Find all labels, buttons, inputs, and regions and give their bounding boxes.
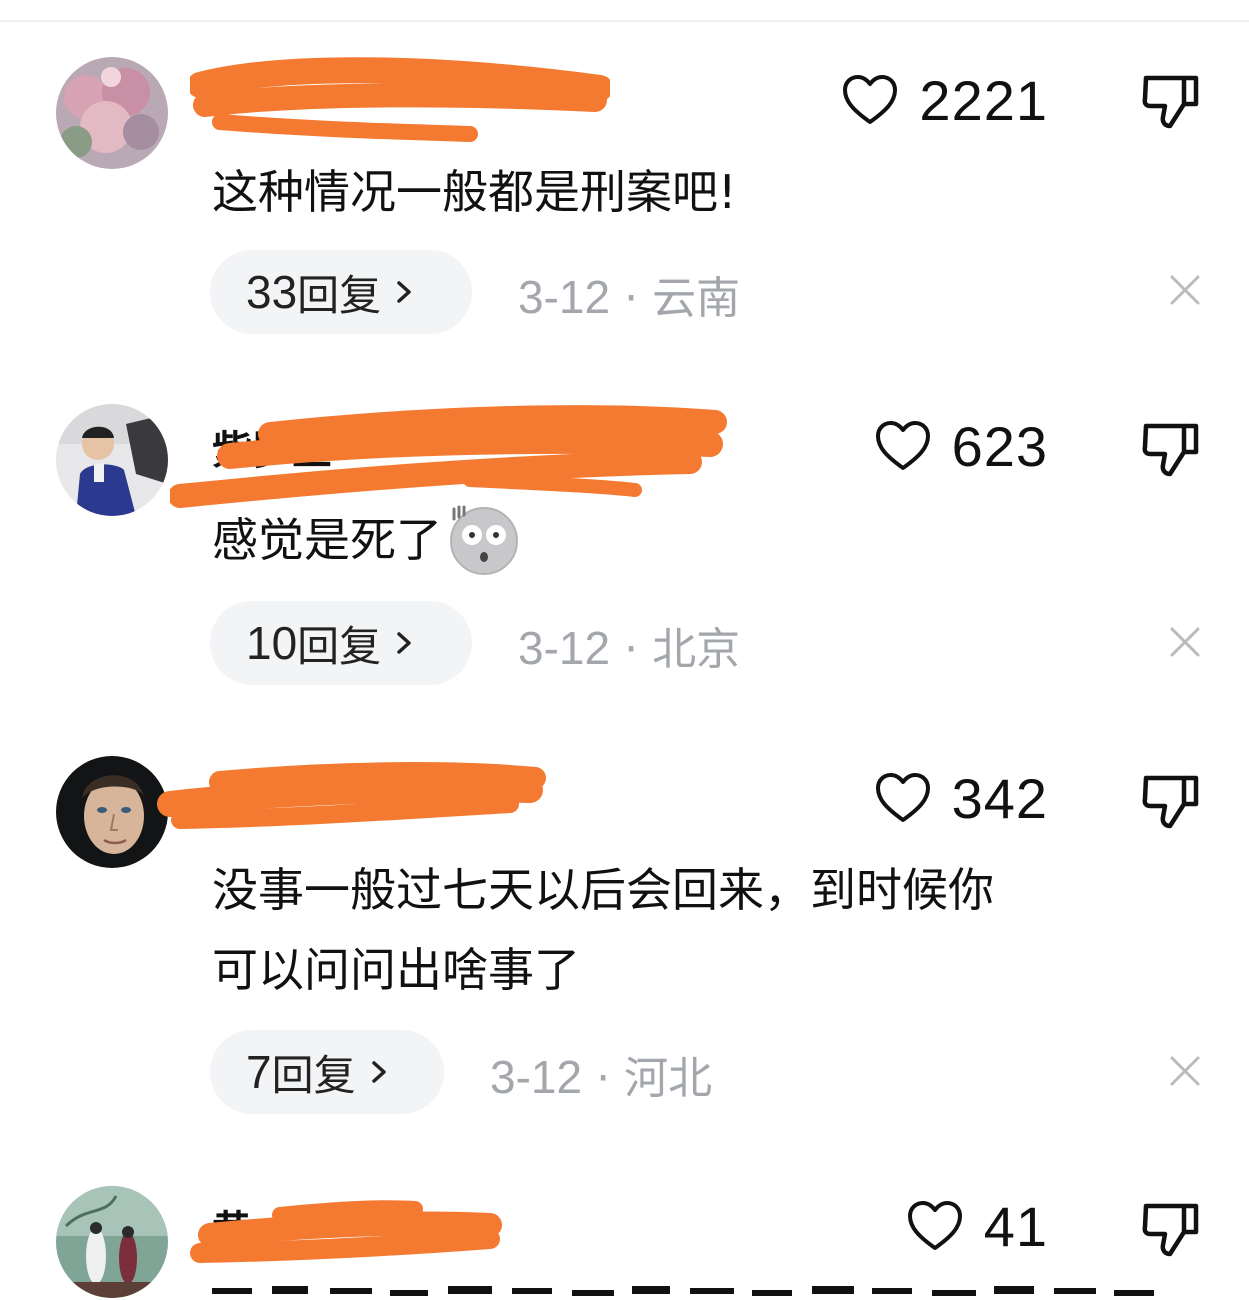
username[interactable]	[212, 70, 592, 130]
comment-text: 感觉是死了	[212, 500, 1192, 580]
shocked-face-emoji	[450, 505, 518, 575]
reply-label: 回复	[297, 621, 382, 671]
avatar[interactable]	[56, 1186, 168, 1298]
comment-location: 河北	[624, 1053, 713, 1104]
like-button[interactable]: 623	[860, 414, 1048, 478]
heart-icon	[875, 421, 930, 470]
comment-location: 北京	[652, 624, 741, 675]
comment-location: 云南	[652, 273, 741, 324]
comment-date: 3-12	[518, 622, 611, 674]
top-divider	[0, 20, 1249, 22]
comment-meta: 3-12 · 云南	[518, 262, 740, 326]
dislike-icon[interactable]	[1140, 770, 1202, 832]
like-button[interactable]: 342	[860, 766, 1048, 830]
reply-button[interactable]: 10 回复	[210, 601, 472, 685]
heart-icon	[907, 1201, 962, 1250]
chevron-right-icon	[371, 1061, 386, 1083]
comment-meta: 3-12 · 河北	[490, 1042, 712, 1106]
close-icon[interactable]	[1168, 625, 1202, 659]
like-button[interactable]: 41	[900, 1194, 1048, 1258]
dislike-icon[interactable]	[1140, 1198, 1202, 1260]
heart-icon	[875, 773, 930, 822]
like-count: 41	[983, 1194, 1048, 1258]
reply-button[interactable]: 7 回复	[210, 1030, 444, 1114]
dislike-icon[interactable]	[1140, 418, 1202, 480]
like-count: 623	[951, 414, 1048, 478]
comment-text-content: 感觉是死了	[212, 513, 442, 567]
close-icon[interactable]	[1168, 1054, 1202, 1088]
chevron-right-icon	[397, 632, 411, 654]
avatar[interactable]	[56, 756, 168, 868]
reply-count: 7	[246, 1046, 272, 1098]
like-count: 342	[951, 766, 1048, 830]
heart-icon	[843, 75, 898, 124]
reply-label: 回复	[271, 1050, 356, 1100]
dislike-icon[interactable]	[1140, 70, 1202, 132]
reply-count: 10	[246, 617, 298, 669]
comment-text-line: 没事一般过七天以后会回来，到时候你	[212, 863, 994, 917]
reply-count: 33	[246, 266, 298, 318]
reply-label: 回复	[297, 270, 382, 320]
username[interactable]: 黄	[212, 1198, 452, 1258]
username[interactable]	[212, 770, 532, 830]
close-icon[interactable]	[1168, 273, 1202, 307]
chevron-right-icon	[397, 281, 411, 303]
comment-text-cutoff	[212, 1286, 1154, 1296]
meta-separator: ·	[624, 624, 639, 675]
username[interactable]: 紫罗兰	[212, 418, 672, 478]
reply-button[interactable]: 33 回复	[210, 250, 472, 334]
like-button[interactable]: 2221	[838, 68, 1048, 132]
avatar[interactable]	[56, 404, 168, 516]
comment-text-line: 可以问问出啥事了	[212, 943, 580, 997]
avatar[interactable]	[56, 57, 168, 169]
meta-separator: ·	[596, 1053, 611, 1104]
comment-meta: 3-12 · 北京	[518, 613, 740, 677]
comment-text: 没事一般过七天以后会回来，到时候你 可以问问出啥事了	[212, 850, 1192, 1010]
comment-text: 这种情况一般都是刑案吧!	[212, 165, 737, 219]
like-count: 2221	[919, 68, 1048, 132]
meta-separator: ·	[624, 273, 639, 324]
comment-date: 3-12	[490, 1051, 583, 1103]
comment-date: 3-12	[518, 271, 611, 323]
